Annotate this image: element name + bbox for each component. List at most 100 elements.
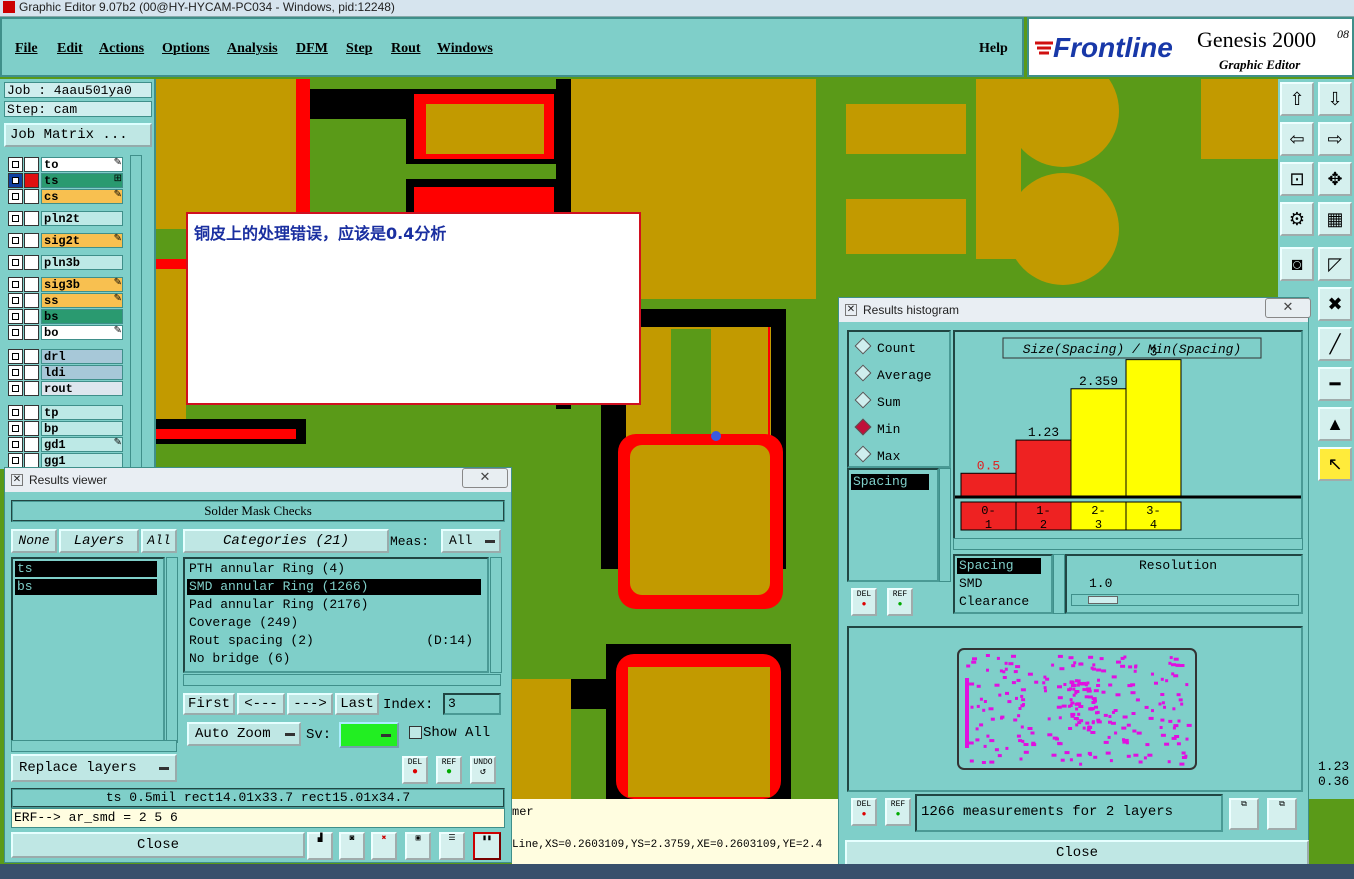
toolbar-icon-3[interactable]: ✖ bbox=[371, 832, 397, 860]
menu-rout[interactable]: Rout bbox=[391, 41, 421, 57]
layer-row[interactable]: pln2t bbox=[8, 211, 124, 226]
layer-display-checkbox[interactable] bbox=[8, 173, 23, 188]
layer-name[interactable]: pln3b bbox=[41, 255, 123, 270]
export-icon[interactable]: ⧉ bbox=[1229, 798, 1259, 830]
category-item[interactable]: SMD annular Ring (1266) bbox=[187, 579, 481, 595]
mode-radio-sum[interactable]: Sum bbox=[854, 391, 900, 410]
layer-name[interactable]: tp bbox=[41, 405, 123, 420]
layer-affected-toggle[interactable] bbox=[24, 189, 39, 204]
menu-file[interactable]: File bbox=[15, 41, 38, 57]
layer-name[interactable]: to bbox=[41, 157, 123, 172]
show-all-checkbox[interactable] bbox=[409, 726, 422, 739]
layer-affected-toggle[interactable] bbox=[24, 211, 39, 226]
pan-down-icon[interactable]: ⇩ bbox=[1318, 82, 1352, 116]
layer-display-checkbox[interactable] bbox=[8, 211, 23, 226]
map-ref-button[interactable]: REF ● bbox=[885, 798, 911, 826]
severity-color-dropdown[interactable] bbox=[339, 722, 399, 748]
layer-display-checkbox[interactable] bbox=[8, 293, 23, 308]
report-icon[interactable]: ⧉ bbox=[1267, 798, 1297, 830]
menu-options[interactable]: Options bbox=[162, 41, 209, 57]
zoom-mode-dropdown[interactable]: Auto Zoom bbox=[187, 722, 301, 746]
layer-row[interactable]: pln3b bbox=[8, 255, 124, 270]
index-input[interactable]: 3 bbox=[443, 693, 501, 715]
layer-row[interactable]: to ✎ bbox=[8, 157, 124, 172]
layer-display-checkbox[interactable] bbox=[8, 453, 23, 468]
hist-del-button[interactable]: DEL ● bbox=[851, 588, 877, 616]
histogram-close-button[interactable]: Close bbox=[845, 840, 1309, 866]
layer-row[interactable]: ss ✎ bbox=[8, 293, 124, 308]
none-button[interactable]: None bbox=[11, 529, 57, 553]
list-item[interactable]: bs bbox=[15, 579, 157, 595]
last-button[interactable]: Last bbox=[335, 693, 379, 715]
feature-select-icon[interactable]: ◙ bbox=[1280, 247, 1314, 281]
layer-name[interactable]: bs bbox=[41, 309, 123, 324]
results-viewer-close-icon[interactable]: ✕ bbox=[462, 468, 508, 488]
layer-row[interactable]: sig2t ✎ bbox=[8, 233, 124, 248]
resolution-slider[interactable] bbox=[1071, 594, 1299, 606]
category-item[interactable]: Coverage (249) bbox=[187, 615, 481, 631]
layer-row[interactable]: tp bbox=[8, 405, 124, 420]
del-button[interactable]: DEL ● bbox=[402, 756, 428, 784]
menu-dfm[interactable]: DFM bbox=[296, 41, 328, 57]
category-list-vscroll[interactable] bbox=[490, 557, 502, 673]
settings-icon[interactable]: ⚙ bbox=[1280, 202, 1314, 236]
list-item[interactable]: Spacing bbox=[957, 558, 1041, 574]
layer-name[interactable]: cs bbox=[41, 189, 123, 204]
layer-display-checkbox[interactable] bbox=[8, 437, 23, 452]
grid-icon[interactable]: ▦ bbox=[1318, 202, 1352, 236]
layer-list-vscroll[interactable] bbox=[166, 557, 178, 743]
prev-button[interactable]: <--- bbox=[237, 693, 285, 715]
list-item[interactable]: Spacing bbox=[851, 474, 929, 490]
list-item[interactable]: SMD bbox=[957, 576, 1041, 592]
line-icon[interactable]: ╱ bbox=[1318, 327, 1352, 361]
mode-radio-max[interactable]: Max bbox=[854, 445, 900, 464]
layer-affected-toggle[interactable] bbox=[24, 255, 39, 270]
toolbar-icon-2[interactable]: ◙ bbox=[339, 832, 365, 860]
category-item[interactable]: Rout spacing (2) (D:14) bbox=[187, 633, 481, 649]
resolution-slider-thumb[interactable] bbox=[1088, 596, 1118, 604]
category-list-hscroll[interactable] bbox=[183, 674, 501, 686]
triangle-icon[interactable]: ▲ bbox=[1318, 407, 1352, 441]
layer-name[interactable]: pln2t bbox=[41, 211, 123, 226]
layer-list-hscroll[interactable] bbox=[11, 740, 177, 752]
layer-display-checkbox[interactable] bbox=[8, 405, 23, 420]
histogram-icon[interactable]: ▮▮ bbox=[473, 832, 501, 860]
layer-name[interactable]: drl bbox=[41, 349, 123, 364]
first-button[interactable]: First bbox=[183, 693, 235, 715]
measure-icon[interactable]: ◸ bbox=[1318, 247, 1352, 281]
layer-affected-toggle[interactable] bbox=[24, 173, 39, 188]
category-item[interactable]: No bridge (6) bbox=[187, 651, 481, 667]
all-button[interactable]: All bbox=[141, 529, 177, 553]
ref-button[interactable]: REF ● bbox=[436, 756, 462, 784]
layer-row[interactable]: gd1 ✎ bbox=[8, 437, 124, 452]
layers-button[interactable]: Layers bbox=[59, 529, 139, 553]
layer-row[interactable]: drl bbox=[8, 349, 124, 364]
cross-icon[interactable]: ✖ bbox=[1318, 287, 1352, 321]
layer-row[interactable]: cs ✎ bbox=[8, 189, 124, 204]
layer-name[interactable]: rout bbox=[41, 381, 123, 396]
layer-display-checkbox[interactable] bbox=[8, 255, 23, 270]
layer-display-checkbox[interactable] bbox=[8, 157, 23, 172]
histogram-bar[interactable] bbox=[960, 472, 1017, 497]
mode-radio-min[interactable]: Min bbox=[854, 418, 900, 437]
layer-name[interactable]: gd1 bbox=[41, 437, 123, 452]
layer-affected-toggle[interactable] bbox=[24, 325, 39, 340]
layer-row[interactable]: bo ✎ bbox=[8, 325, 124, 340]
toolbar-icon-4[interactable]: ▣ bbox=[405, 832, 431, 860]
layer-affected-toggle[interactable] bbox=[24, 309, 39, 324]
layer-name[interactable]: sig2t bbox=[41, 233, 123, 248]
replace-layers-dropdown[interactable]: Replace layers bbox=[11, 754, 177, 782]
layer-affected-toggle[interactable] bbox=[24, 421, 39, 436]
categories-button[interactable]: Categories (21) bbox=[183, 529, 389, 553]
layer-name[interactable]: bp bbox=[41, 421, 123, 436]
layer-row[interactable]: bp bbox=[8, 421, 124, 436]
layer-row[interactable]: gg1 bbox=[8, 453, 124, 468]
layer-display-checkbox[interactable] bbox=[8, 421, 23, 436]
zoom-fit-icon[interactable]: ⊡ bbox=[1280, 162, 1314, 196]
toolbar-icon-5[interactable]: ☰ bbox=[439, 832, 465, 860]
map-del-button[interactable]: DEL ● bbox=[851, 798, 877, 826]
next-button[interactable]: ---> bbox=[287, 693, 333, 715]
pan-right-icon[interactable]: ⇨ bbox=[1318, 122, 1352, 156]
attr-select-list[interactable]: Spacing SMD Clearance bbox=[953, 554, 1053, 614]
attribute-list[interactable]: Spacing bbox=[847, 468, 939, 582]
